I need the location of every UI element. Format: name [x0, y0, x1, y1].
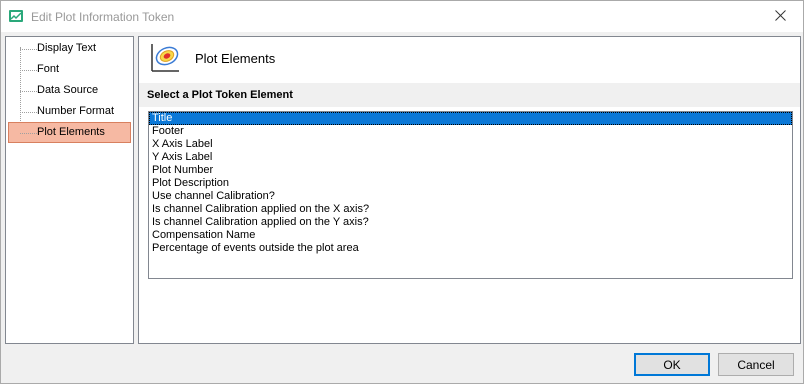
- list-item[interactable]: Percentage of events outside the plot ar…: [149, 242, 792, 255]
- list-item[interactable]: Footer: [149, 125, 792, 138]
- close-button[interactable]: [757, 1, 803, 32]
- list-item[interactable]: Plot Number: [149, 164, 792, 177]
- tree-item-number-format[interactable]: Number Format: [9, 102, 130, 122]
- ok-button[interactable]: OK: [634, 353, 710, 376]
- window-title: Edit Plot Information Token: [31, 10, 175, 24]
- cancel-button[interactable]: Cancel: [718, 353, 794, 376]
- tree-branch: [20, 70, 37, 71]
- tree-branch: [20, 133, 37, 134]
- tree-item-label: Display Text: [37, 42, 97, 54]
- tree-item-display-text[interactable]: Display Text: [9, 39, 130, 59]
- list-item[interactable]: Title: [149, 112, 792, 125]
- app-icon: [8, 8, 24, 24]
- tree-item-label: Data Source: [37, 84, 99, 96]
- list-item[interactable]: Compensation Name: [149, 229, 792, 242]
- list-item[interactable]: X Axis Label: [149, 138, 792, 151]
- tree-branch: [20, 91, 37, 92]
- list-item[interactable]: Is channel Calibration applied on the X …: [149, 203, 792, 216]
- list-item[interactable]: Y Axis Label: [149, 151, 792, 164]
- list-item[interactable]: Use channel Calibration?: [149, 190, 792, 203]
- tree-item-label: Plot Elements: [37, 126, 105, 138]
- tree-item-label: Font: [37, 63, 60, 75]
- category-tree: Display Text Font Data Source Number For…: [5, 36, 134, 344]
- section-label: Select a Plot Token Element: [147, 89, 293, 101]
- tree-branch: [20, 49, 37, 50]
- tree-item-data-source[interactable]: Data Source: [9, 81, 130, 101]
- list-item[interactable]: Is channel Calibration applied on the Y …: [149, 216, 792, 229]
- dialog-window: Edit Plot Information Token Display Text…: [0, 0, 804, 384]
- title-bar[interactable]: Edit Plot Information Token: [1, 1, 803, 32]
- section-header: Select a Plot Token Element: [139, 83, 800, 107]
- main-panel: Plot Elements Select a Plot Token Elemen…: [138, 36, 801, 344]
- tree-item-font[interactable]: Font: [9, 60, 130, 80]
- panel-header: Plot Elements: [139, 37, 800, 81]
- plot-elements-icon: [149, 42, 181, 74]
- close-icon: [774, 9, 786, 24]
- tree-branch: [20, 112, 37, 113]
- plot-token-element-list[interactable]: Title Footer X Axis Label Y Axis Label P…: [148, 111, 793, 279]
- list-item[interactable]: Plot Description: [149, 177, 792, 190]
- tree-item-label: Number Format: [37, 105, 115, 117]
- tree-item-plot-elements[interactable]: Plot Elements: [8, 122, 131, 143]
- panel-title: Plot Elements: [195, 51, 276, 66]
